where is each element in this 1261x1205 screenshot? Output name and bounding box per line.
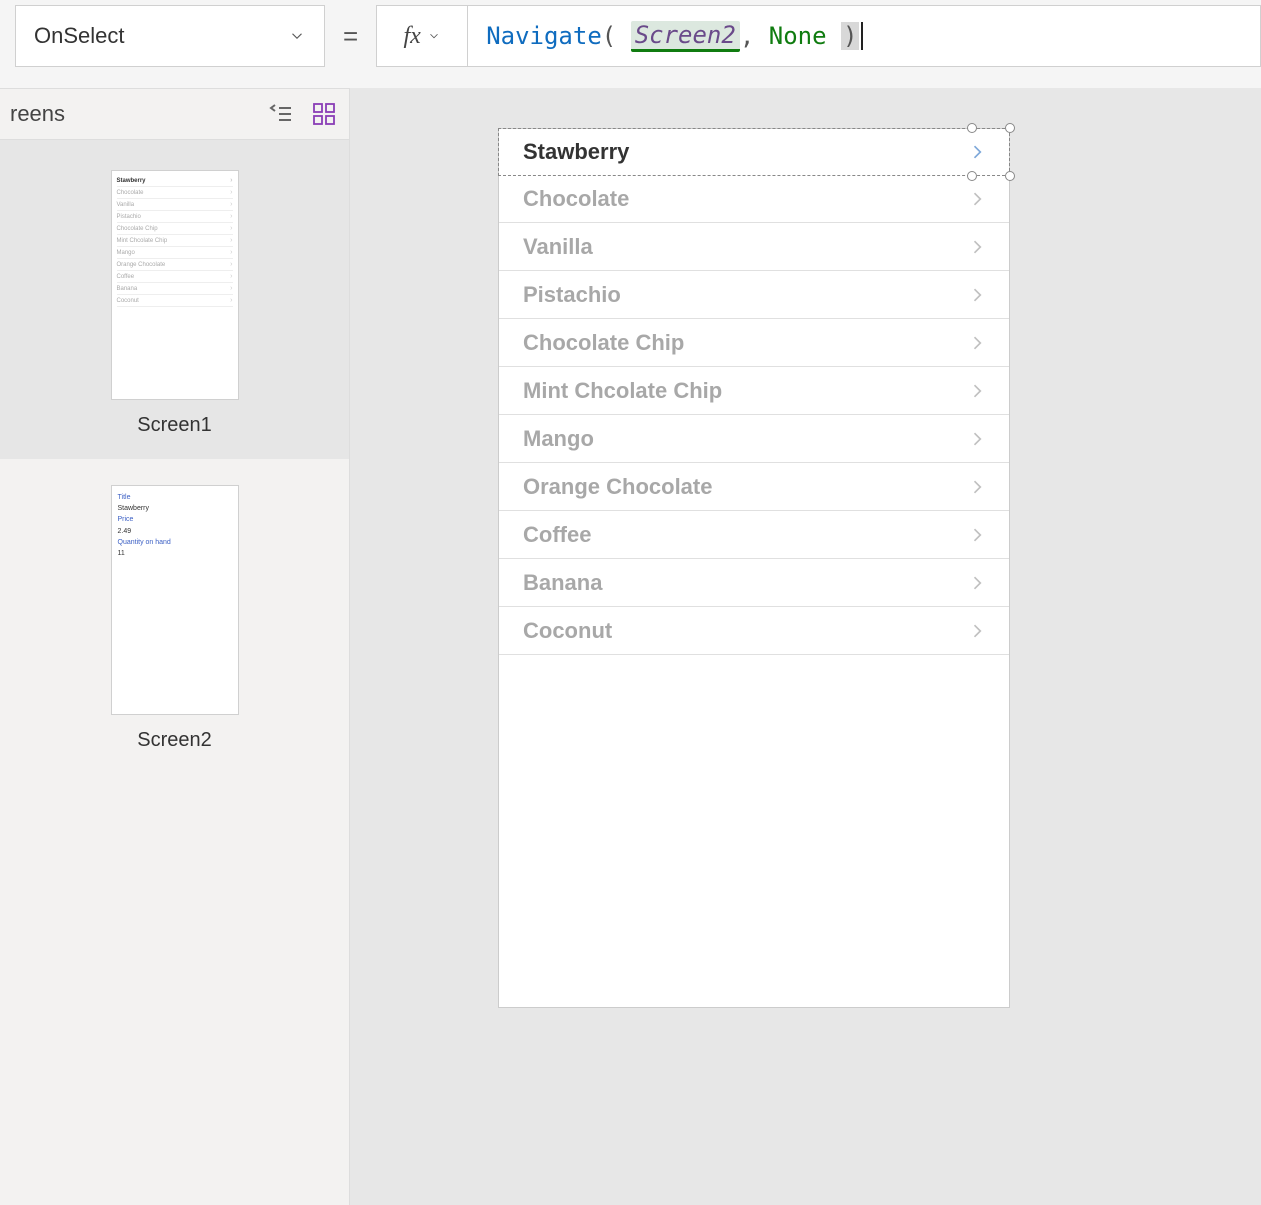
property-dropdown[interactable]: OnSelect bbox=[15, 5, 325, 67]
formula-token-none: None bbox=[769, 22, 827, 50]
gallery-item-label: Vanilla bbox=[523, 234, 593, 260]
gallery-item-label: Mint Chcolate Chip bbox=[523, 378, 722, 404]
screens-panel-title: reens bbox=[10, 101, 65, 127]
fx-button[interactable]: fx bbox=[376, 5, 468, 67]
screens-tree-header: reens bbox=[0, 88, 349, 140]
gallery-item-label: Pistachio bbox=[523, 282, 621, 308]
formula-token-close-paren: ) bbox=[841, 22, 859, 50]
property-dropdown-value: OnSelect bbox=[34, 23, 125, 49]
collapse-tree-button[interactable] bbox=[269, 104, 293, 124]
gallery-item[interactable]: Pistachio bbox=[499, 271, 1009, 319]
selection-handle[interactable] bbox=[1005, 123, 1015, 133]
formula-token-function: Navigate bbox=[486, 22, 602, 50]
chevron-right-icon[interactable] bbox=[967, 621, 987, 641]
gallery-item-label: Stawberry bbox=[523, 139, 629, 165]
chevron-right-icon[interactable] bbox=[967, 477, 987, 497]
gallery-item-selected[interactable]: Stawberry bbox=[498, 128, 1010, 176]
gallery-item[interactable]: Coconut bbox=[499, 607, 1009, 655]
list-collapse-icon bbox=[269, 104, 293, 124]
formula-bar-row: OnSelect = fx Navigate ( Screen2 , None … bbox=[0, 0, 1261, 72]
grid-view-button[interactable] bbox=[313, 103, 335, 125]
chevron-right-icon[interactable] bbox=[967, 525, 987, 545]
chevron-right-icon[interactable] bbox=[967, 285, 987, 305]
formula-token-comma: , bbox=[740, 22, 754, 50]
chevron-right-icon[interactable] bbox=[967, 237, 987, 257]
gallery-item-label: Chocolate Chip bbox=[523, 330, 684, 356]
gallery-item-label: Coffee bbox=[523, 522, 591, 548]
gallery-item[interactable]: Mint Chcolate Chip bbox=[499, 367, 1009, 415]
gallery-item[interactable]: Banana bbox=[499, 559, 1009, 607]
chevron-right-icon[interactable] bbox=[967, 333, 987, 353]
chevron-down-icon bbox=[288, 27, 306, 45]
selection-handle[interactable] bbox=[967, 123, 977, 133]
screen2-thumb-canvas: Title Stawberry Price 2.49 Quantity on h… bbox=[111, 485, 239, 715]
gallery-item[interactable]: Mango bbox=[499, 415, 1009, 463]
grid-icon bbox=[313, 103, 335, 125]
formula-token-screen: Screen2 bbox=[631, 21, 740, 52]
screen-thumbnail-screen2[interactable]: Title Stawberry Price 2.49 Quantity on h… bbox=[0, 459, 349, 774]
screen1-thumb-label: Screen1 bbox=[0, 414, 349, 437]
app-canvas[interactable]: Stawberry Chocolate Vanilla Pistachio Ch… bbox=[498, 128, 1010, 1008]
gallery-item[interactable]: Orange Chocolate bbox=[499, 463, 1009, 511]
chevron-right-icon[interactable] bbox=[967, 573, 987, 593]
chevron-right-icon[interactable] bbox=[967, 429, 987, 449]
gallery-item[interactable]: Vanilla bbox=[499, 223, 1009, 271]
selection-handle[interactable] bbox=[1005, 171, 1015, 181]
gallery-item[interactable]: Chocolate Chip bbox=[499, 319, 1009, 367]
selection-handle[interactable] bbox=[967, 171, 977, 181]
screen-thumbnail-screen1[interactable]: Stawberry› Chocolate› Vanilla› Pistachio… bbox=[0, 140, 349, 459]
text-cursor bbox=[861, 22, 863, 50]
chevron-down-icon bbox=[427, 29, 441, 43]
chevron-right-icon[interactable] bbox=[967, 381, 987, 401]
fx-label: fx bbox=[404, 23, 421, 50]
screens-tree-panel: reens Stawberry› Chocolate› Vani bbox=[0, 88, 350, 1205]
chevron-right-icon[interactable] bbox=[967, 142, 987, 162]
equals-sign: = bbox=[343, 21, 358, 52]
gallery-item-label: Coconut bbox=[523, 618, 612, 644]
chevron-right-icon[interactable] bbox=[967, 189, 987, 209]
screen2-thumb-label: Screen2 bbox=[0, 729, 349, 752]
formula-input[interactable]: Navigate ( Screen2 , None ) bbox=[468, 5, 1261, 67]
canvas-area: Stawberry Chocolate Vanilla Pistachio Ch… bbox=[350, 88, 1261, 1205]
gallery-item-label: Banana bbox=[523, 570, 602, 596]
gallery-item-label: Orange Chocolate bbox=[523, 474, 712, 500]
gallery-item[interactable]: Coffee bbox=[499, 511, 1009, 559]
screen-thumbnails: Stawberry› Chocolate› Vanilla› Pistachio… bbox=[0, 140, 349, 774]
formula-token-paren: ( bbox=[602, 22, 616, 50]
screen1-thumb-canvas: Stawberry› Chocolate› Vanilla› Pistachio… bbox=[111, 170, 239, 400]
gallery-item[interactable]: Chocolate bbox=[499, 175, 1009, 223]
gallery-item-label: Mango bbox=[523, 426, 594, 452]
gallery-item-label: Chocolate bbox=[523, 186, 629, 212]
